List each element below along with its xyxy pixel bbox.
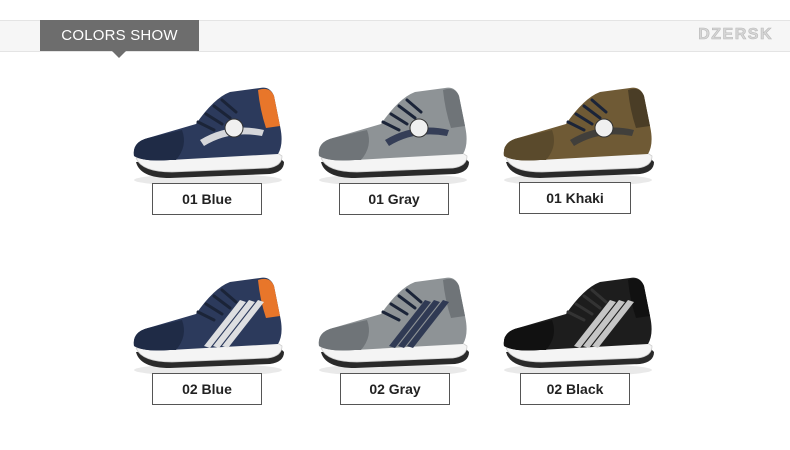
shoe-toe-panel: [503, 130, 554, 161]
product-label: 02 Blue: [152, 373, 262, 405]
product-02-gray[interactable]: 02 Gray: [315, 272, 515, 422]
shoe-toe-panel: [318, 130, 369, 161]
shoe-image: [318, 277, 469, 376]
product-label: 01 Gray: [339, 183, 449, 215]
product-label: 01 Blue: [152, 183, 262, 215]
product-label: 01 Khaki: [519, 182, 631, 214]
shoe-image: [318, 87, 469, 186]
product-01-khaki[interactable]: 01 Khaki: [500, 82, 700, 232]
brand-logo: DZERSK: [698, 26, 773, 44]
section-title: COLORS SHOW: [40, 20, 199, 51]
shoe-logo-badge: [224, 118, 244, 138]
shoe-toe-panel: [318, 320, 369, 351]
product-02-blue[interactable]: 02 Blue: [130, 272, 330, 422]
shoe-toe-panel: [133, 320, 184, 351]
shoe-image: [503, 277, 654, 376]
shoe-toe-panel: [503, 320, 554, 351]
shoe-toe-panel: [133, 130, 184, 161]
shoe-logo-badge: [409, 118, 429, 138]
shoe-image: [503, 87, 654, 186]
section-title-pointer: [112, 51, 126, 58]
product-label: 02 Gray: [340, 373, 450, 405]
product-02-black[interactable]: 02 Black: [500, 272, 700, 422]
shoe-image: [133, 277, 284, 376]
product-01-blue[interactable]: 01 Blue: [130, 82, 330, 232]
shoe-image: [133, 87, 284, 186]
product-01-gray[interactable]: 01 Gray: [315, 82, 515, 232]
product-label: 02 Black: [520, 373, 630, 405]
shoe-logo-badge: [594, 118, 614, 138]
